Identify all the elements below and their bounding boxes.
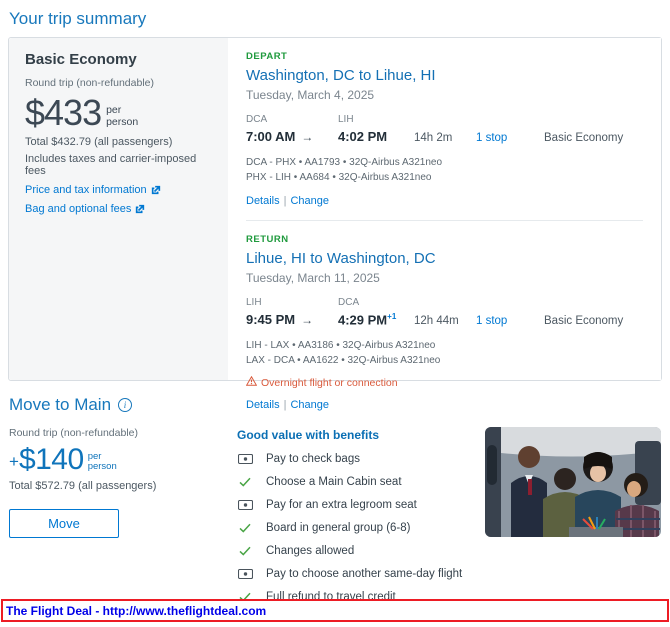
depart-times-row: 7:00 AM → 4:02 PM 14h 2m 1 stop Basic Eco… bbox=[246, 128, 643, 146]
flights-panel: DEPART Washington, DC to Lihue, HI Tuesd… bbox=[228, 38, 661, 411]
depart-detail-links: Details | Change bbox=[246, 195, 643, 207]
info-icon[interactable]: i bbox=[118, 398, 133, 412]
price-unit: per person bbox=[87, 451, 117, 473]
total-all-passengers: Total $572.79 (all passengers) bbox=[9, 479, 157, 492]
depart-flight-block: DEPART Washington, DC to Lihue, HI Tuesd… bbox=[246, 51, 643, 207]
stops-link[interactable]: 1 stop bbox=[476, 315, 507, 327]
fare-name: Basic Economy bbox=[25, 51, 137, 68]
stops-link[interactable]: 1 stop bbox=[476, 132, 507, 144]
pipe-separator: | bbox=[283, 399, 287, 411]
arrow-right-icon: → bbox=[301, 130, 314, 144]
fare-price: $433 per person bbox=[25, 92, 212, 133]
depart-time: 9:45 PM bbox=[246, 312, 296, 327]
depart-label: DEPART bbox=[246, 51, 288, 62]
return-flight-block: RETURN Lihue, HI to Washington, DC Tuesd… bbox=[245, 234, 643, 411]
price-unit: per person bbox=[106, 104, 139, 128]
overnight-warning: Overnight flight or connection bbox=[245, 375, 643, 389]
segment-line: LIH - LAX • AA3186 • 32Q-Airbus A321neo bbox=[246, 340, 436, 351]
benefits-column: Good value with benefits Pay to check ba… bbox=[237, 427, 485, 603]
money-icon bbox=[237, 500, 253, 510]
change-link[interactable]: Change bbox=[290, 195, 329, 207]
next-day-indicator: +1 bbox=[387, 311, 397, 321]
trip-type-label: Round trip (non-refundable) bbox=[9, 427, 138, 439]
depart-date: Tuesday, March 4, 2025 bbox=[246, 88, 375, 102]
move-to-main-section: Move to Main i Round trip (non-refundabl… bbox=[0, 395, 670, 603]
duration: 14h 2m bbox=[414, 132, 453, 144]
benefits-title: Good value with benefits bbox=[237, 428, 380, 442]
benefit-item: Pay for an extra legroom seat bbox=[237, 499, 485, 511]
return-segments: LIH - LAX • AA3186 • 32Q-Airbus A321neo … bbox=[246, 338, 643, 368]
benefit-item: Choose a Main Cabin seat bbox=[237, 476, 485, 488]
return-route-title: Lihue, HI to Washington, DC bbox=[246, 250, 436, 267]
pipe-separator: | bbox=[283, 195, 287, 207]
details-link[interactable]: Details bbox=[246, 195, 280, 207]
trip-type-label: Round trip (non-refundable) bbox=[25, 77, 154, 89]
flight-deal-banner-text: The Flight Deal - http://www.theflightde… bbox=[6, 603, 267, 618]
depart-route-title: Washington, DC to Lihue, HI bbox=[246, 67, 436, 84]
page-title: Your trip summary bbox=[9, 9, 147, 28]
return-detail-links: Details | Change bbox=[246, 399, 643, 411]
bag-optional-fees-link[interactable]: Bag and optional fees bbox=[25, 203, 212, 215]
cabin-label: Basic Economy bbox=[544, 132, 624, 144]
segment-line: DCA - PHX • AA1793 • 32Q-Airbus A321neo bbox=[246, 157, 443, 168]
money-icon bbox=[237, 454, 253, 464]
flight-deal-banner: The Flight Deal - http://www.theflightde… bbox=[1, 599, 669, 622]
depart-time: 7:00 AM bbox=[246, 129, 296, 144]
external-link-icon bbox=[151, 185, 161, 195]
change-link[interactable]: Change bbox=[290, 399, 329, 411]
benefit-item: Pay to check bags bbox=[237, 453, 485, 465]
price-tax-information-link[interactable]: Price and tax information bbox=[25, 184, 212, 196]
flight-divider bbox=[246, 220, 643, 221]
move-button[interactable]: Move bbox=[9, 508, 119, 538]
benefit-item: Changes allowed bbox=[237, 545, 485, 557]
return-airport-codes: LIH DCA bbox=[246, 297, 360, 308]
benefit-item: Board in general group (6-8) bbox=[237, 522, 485, 534]
upsell-price-column: Round trip (non-refundable) + $140 per p… bbox=[9, 427, 237, 603]
return-times-row: 9:45 PM → 4:29 PM+1 12h 44m 1 stop Basic … bbox=[246, 311, 643, 329]
trip-summary-card: Basic Economy Round trip (non-refundable… bbox=[8, 37, 662, 411]
arrive-time: 4:02 PM bbox=[338, 129, 388, 144]
return-date: Tuesday, March 11, 2025 bbox=[246, 271, 380, 285]
warning-triangle-icon bbox=[245, 375, 258, 389]
upsell-title: Move to Main bbox=[9, 395, 112, 414]
depart-segments: DCA - PHX • AA1793 • 32Q-Airbus A321neo … bbox=[246, 155, 643, 185]
cabin-label: Basic Economy bbox=[544, 315, 624, 327]
includes-taxes-note: Includes taxes and carrier-imposed fees bbox=[25, 153, 197, 178]
arrow-right-icon: → bbox=[301, 313, 314, 327]
check-icon bbox=[237, 523, 253, 533]
total-all-passengers: Total $432.79 (all passengers) bbox=[25, 136, 173, 149]
check-icon bbox=[237, 546, 253, 556]
money-icon bbox=[237, 569, 253, 579]
depart-airport-codes: DCA LIH bbox=[246, 114, 354, 125]
duration: 12h 44m bbox=[414, 315, 459, 327]
cabin-photo bbox=[485, 427, 661, 537]
benefit-item: Pay to choose another same-day flight bbox=[237, 568, 485, 580]
price-amount: $140 bbox=[18, 443, 84, 476]
plus-sign: + bbox=[9, 452, 19, 471]
arrive-time: 4:29 PM+1 bbox=[338, 311, 397, 327]
fare-summary-panel: Basic Economy Round trip (non-refundable… bbox=[9, 38, 228, 380]
segment-line: LAX - DCA • AA1622 • 32Q-Airbus A321neo bbox=[246, 355, 441, 366]
details-link[interactable]: Details bbox=[246, 399, 280, 411]
upsell-price: + $140 per person bbox=[9, 443, 237, 476]
photo-column bbox=[485, 427, 661, 603]
external-link-icon bbox=[135, 204, 145, 214]
check-icon bbox=[237, 477, 253, 487]
segment-line: PHX - LIH • AA684 • 32Q-Airbus A321neo bbox=[246, 172, 432, 183]
return-label: RETURN bbox=[246, 234, 289, 245]
price-amount: $433 bbox=[25, 92, 102, 133]
